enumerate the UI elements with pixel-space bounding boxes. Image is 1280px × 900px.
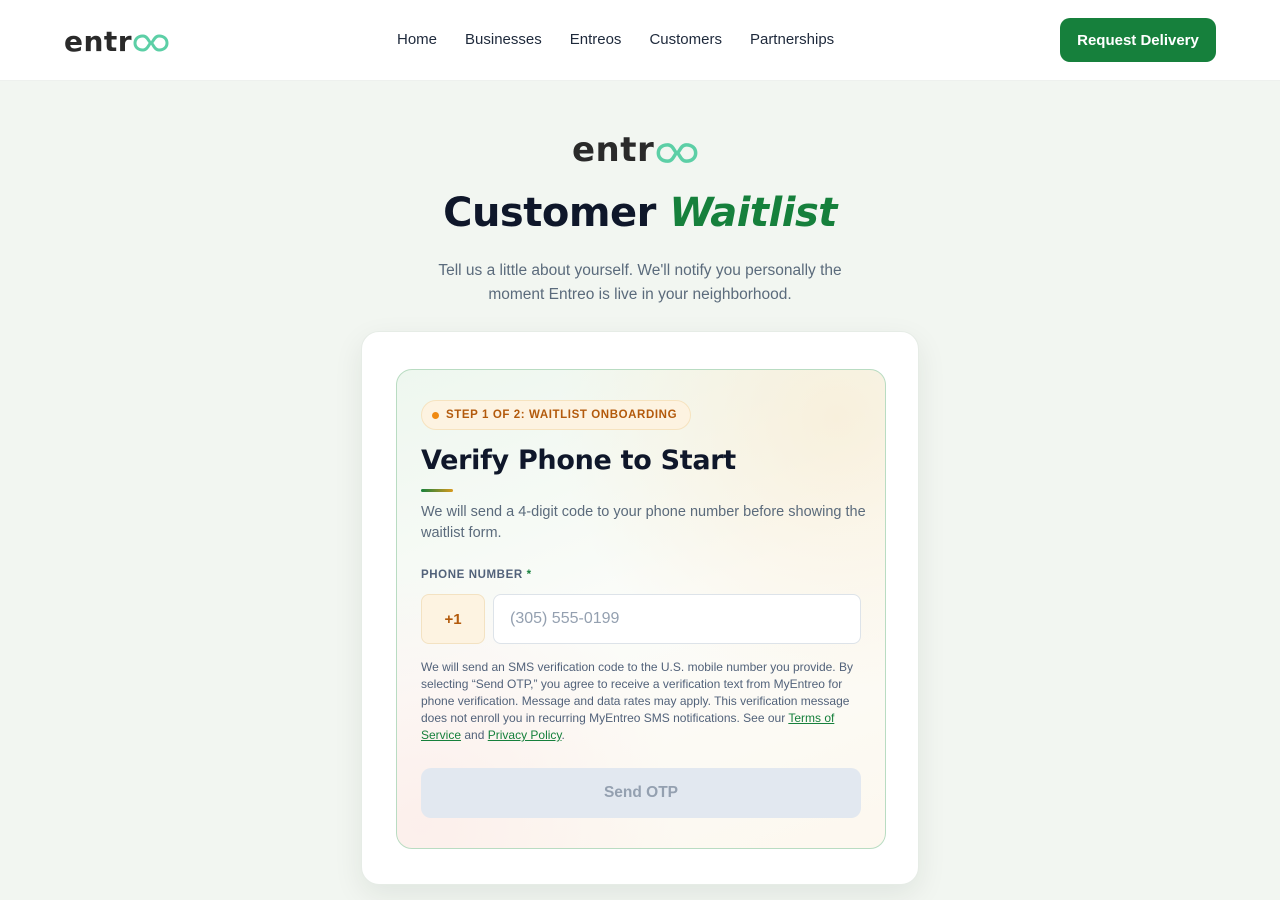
infinity-logo-icon bbox=[133, 34, 169, 52]
phone-number-label: PHONE NUMBER * bbox=[421, 569, 532, 581]
phone-number-input[interactable] bbox=[493, 594, 861, 644]
nav-link-home[interactable]: Home bbox=[397, 30, 437, 50]
step-badge: STEP 1 OF 2: WAITLIST ONBOARDING bbox=[421, 400, 692, 430]
privacy-policy-link[interactable]: Privacy Policy bbox=[488, 728, 562, 742]
card-title: Verify Phone to Start bbox=[421, 445, 736, 476]
top-navigation: entr Home Businesses Entreos Customers P… bbox=[0, 0, 1280, 81]
request-delivery-button[interactable]: Request Delivery bbox=[1060, 18, 1216, 62]
phone-number-label-text: PHONE NUMBER bbox=[421, 569, 523, 581]
consent-period: . bbox=[561, 728, 565, 742]
country-code: +1 bbox=[421, 594, 485, 644]
logo-wordmark: entr bbox=[64, 24, 133, 58]
hero-logo: entr bbox=[572, 130, 699, 170]
brand-logo[interactable]: entr bbox=[64, 24, 169, 58]
required-mark: * bbox=[526, 569, 532, 581]
send-otp-button[interactable]: Send OTP bbox=[421, 768, 861, 818]
card-description: We will send a 4-digit code to your phon… bbox=[421, 504, 866, 541]
nav-link-businesses[interactable]: Businesses bbox=[465, 30, 542, 50]
consent-and: and bbox=[464, 728, 485, 742]
hero-infinity-logo-icon bbox=[656, 142, 698, 163]
step-dot-icon bbox=[432, 411, 439, 419]
hero-logo-wordmark: entr bbox=[572, 130, 655, 170]
title-underline bbox=[421, 489, 453, 492]
sms-consent-text: We will send an SMS verification code to… bbox=[421, 659, 861, 744]
page-title-accent: Waitlist bbox=[669, 190, 837, 236]
page-subtitle: Tell us a little about yourself. We'll n… bbox=[438, 262, 842, 303]
page-title-main: Customer bbox=[443, 190, 656, 236]
step-badge-label: STEP 1 OF 2: WAITLIST ONBOARDING bbox=[446, 409, 678, 421]
nav-link-partnerships[interactable]: Partnerships bbox=[750, 30, 834, 50]
waitlist-card: STEP 1 OF 2: WAITLIST ONBOARDING Verify … bbox=[361, 331, 919, 885]
nav-link-customers[interactable]: Customers bbox=[649, 30, 722, 50]
nav-link-entreos[interactable]: Entreos bbox=[570, 30, 622, 50]
verify-phone-panel: STEP 1 OF 2: WAITLIST ONBOARDING Verify … bbox=[396, 369, 886, 849]
nav-links: Home Businesses Entreos Customers Partne… bbox=[397, 30, 834, 50]
page-title: Customer Waitlist bbox=[0, 190, 1280, 236]
